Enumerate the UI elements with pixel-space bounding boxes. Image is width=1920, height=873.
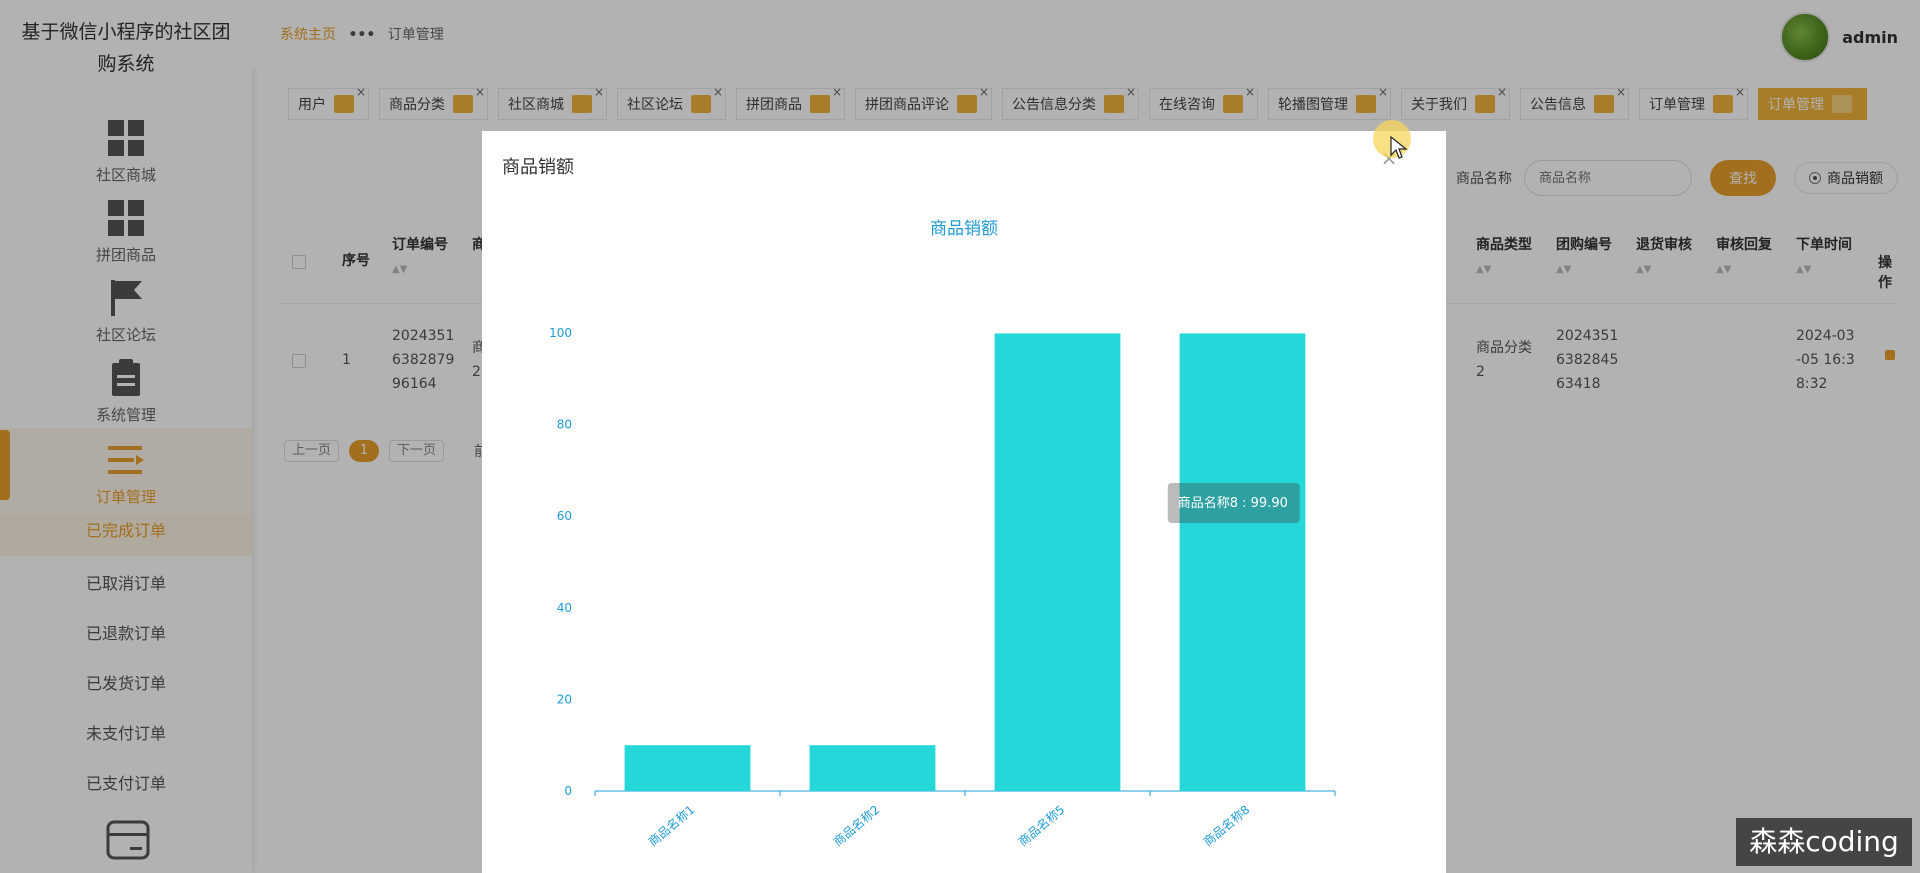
y-tick-label: 100 (549, 326, 572, 340)
sales-bar-chart: 商品销额 0 20 40 60 80 100 商品名称1 商品名称2 商品名称5 商品名称8 商品名… (549, 219, 1336, 849)
dialog-title: 商品销额 (502, 157, 574, 178)
chart-title: 商品销额 (930, 219, 998, 239)
y-tick-label: 60 (557, 509, 572, 523)
bar (809, 745, 936, 791)
x-tick-label: 商品名称8 (1200, 802, 1252, 849)
x-tick-label: 商品名称2 (830, 802, 882, 849)
y-tick-label: 0 (564, 784, 572, 798)
x-tick-label: 商品名称5 (1015, 802, 1067, 849)
watermark: 森森coding (1736, 818, 1912, 866)
y-tick-label: 80 (557, 418, 572, 432)
chart-tooltip: 商品名称8 : 99.90 (1178, 495, 1288, 511)
sales-chart-dialog: 商品销额 × 商品销额 0 20 40 60 80 100 商品名称1 商品名称2 商品名称5 商… (482, 131, 1446, 873)
bar (624, 745, 751, 791)
bar (1179, 333, 1306, 791)
y-tick-label: 20 (557, 692, 572, 706)
x-tick-label: 商品名称1 (645, 802, 697, 849)
bar (994, 333, 1121, 791)
y-tick-label: 40 (557, 601, 572, 615)
mouse-cursor-icon (1390, 136, 1408, 159)
